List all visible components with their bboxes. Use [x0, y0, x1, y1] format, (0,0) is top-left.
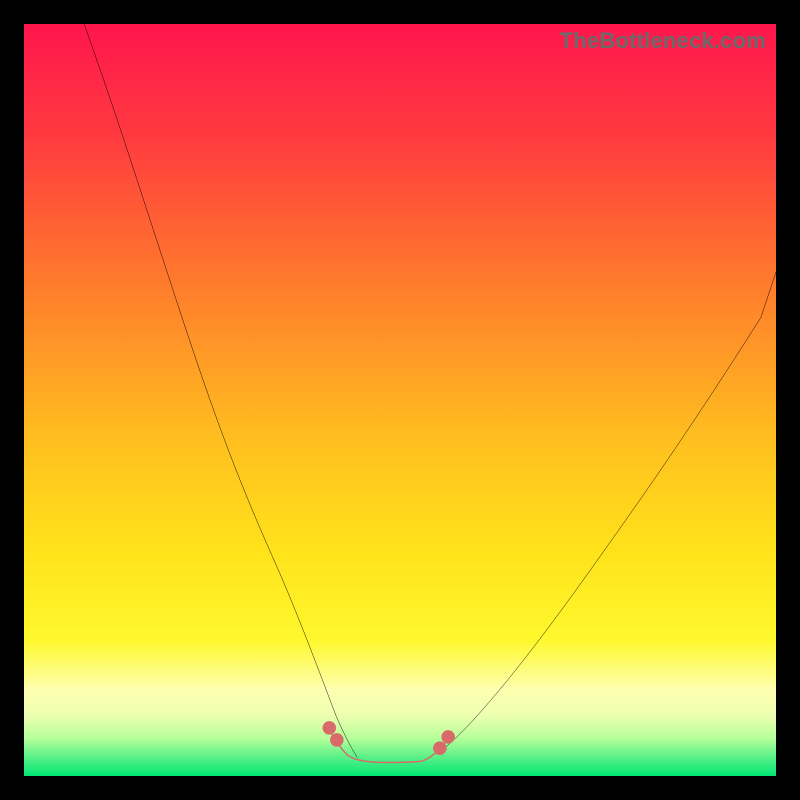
valley-marker-path [331, 732, 445, 762]
curve-layer [24, 24, 776, 776]
right-curve [438, 272, 776, 753]
valley-marker-dot [441, 730, 455, 744]
valley-marker-dot [330, 733, 344, 747]
chart-frame: TheBottleneck.com [0, 0, 800, 800]
valley-marker-dot [433, 741, 447, 755]
plot-area: TheBottleneck.com [24, 24, 776, 776]
left-curve [84, 24, 357, 757]
valley-marker-dot [323, 721, 337, 735]
watermark-text: TheBottleneck.com [560, 28, 766, 54]
